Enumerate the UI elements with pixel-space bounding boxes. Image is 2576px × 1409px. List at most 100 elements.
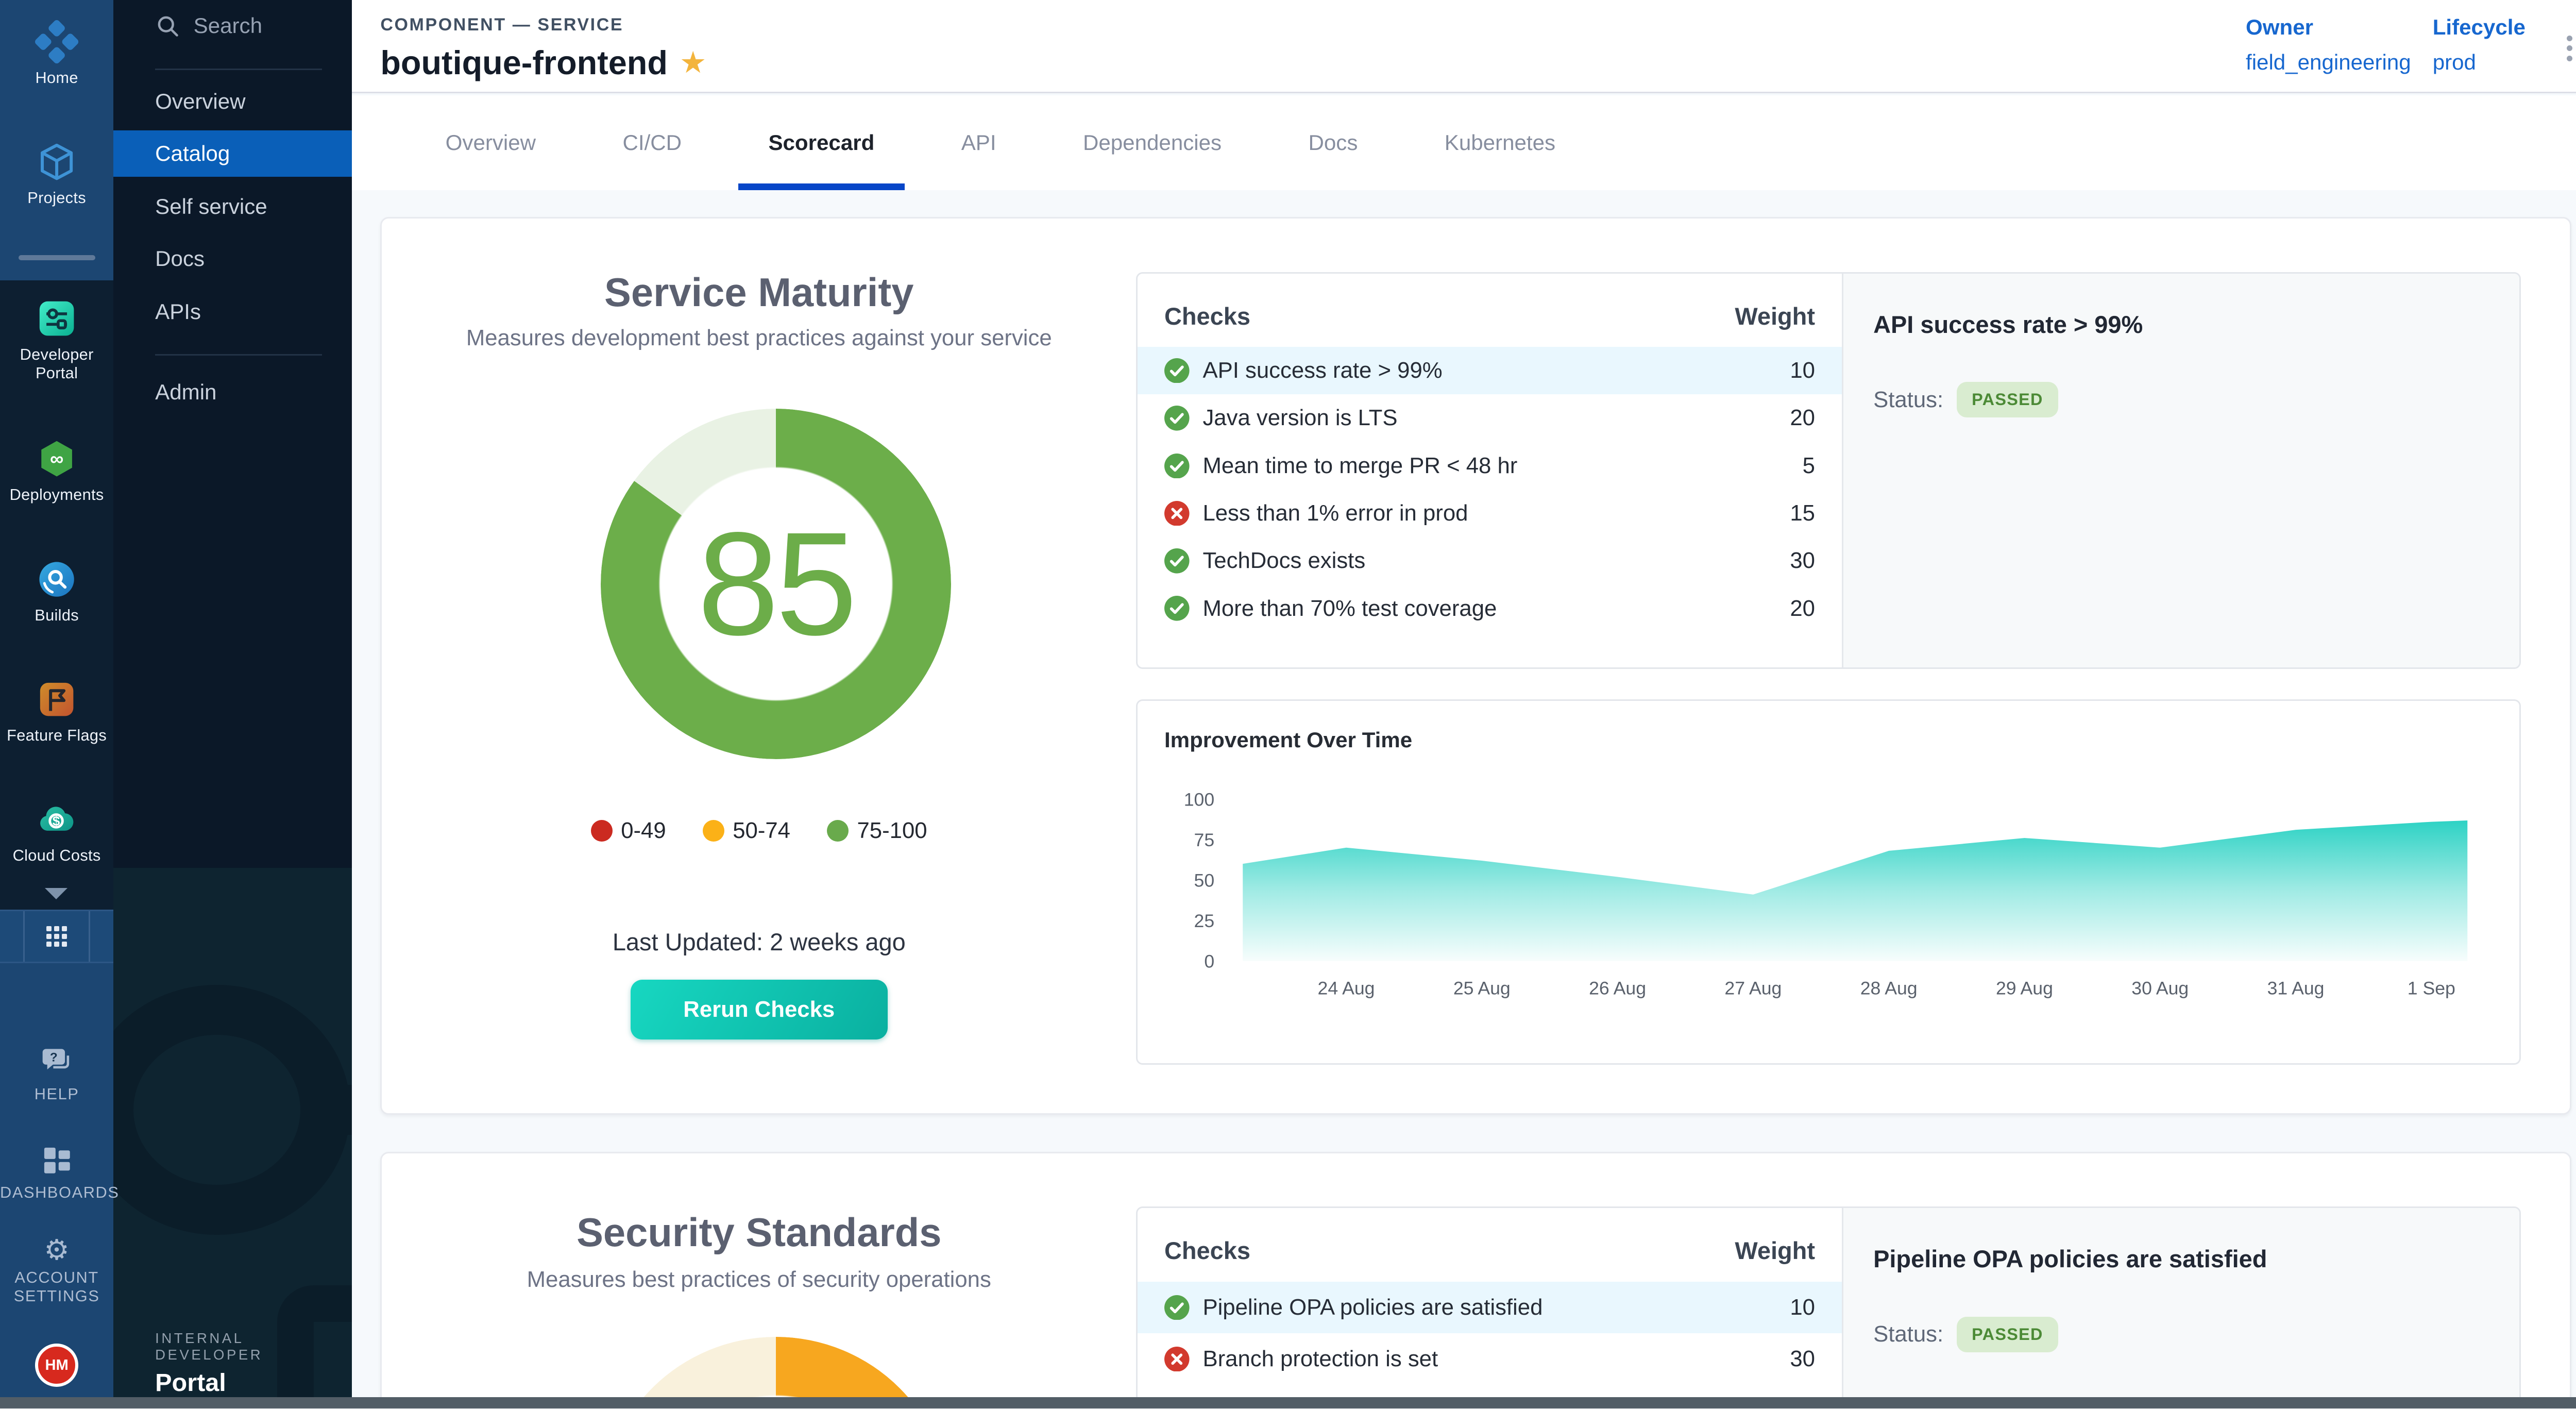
check-row[interactable]: TechDocs exists30 (1138, 537, 1842, 584)
rail-item-builds[interactable]: Builds (0, 558, 113, 625)
maturity-summary: Service Maturity Measures development be… (382, 219, 1136, 1113)
check-label: Mean time to merge PR < 48 hr (1202, 453, 1802, 479)
sidebar-item-overview[interactable]: Overview (113, 78, 352, 125)
builds-icon (35, 558, 78, 601)
rail-label-feature-flags: Feature Flags (0, 726, 113, 745)
scorecard-title: Security Standards (382, 1210, 1136, 1256)
check-row[interactable]: Branch protection is set30 (1138, 1333, 1842, 1385)
check-row[interactable]: More than 70% test coverage20 (1138, 585, 1842, 632)
legend-label: 75-100 (857, 818, 927, 844)
check-row[interactable]: Mean time to merge PR < 48 hr5 (1138, 442, 1842, 490)
checks-list: Checks Weight API success rate > 99%10Ja… (1138, 274, 1842, 668)
check-fail-icon (1164, 501, 1190, 526)
deployments-icon: ∞ (35, 437, 78, 480)
x-axis-tick: 25 Aug (1453, 978, 1511, 999)
entity-tabs: Overview CI/CD Scorecard API Dependencies Doc… (352, 95, 2576, 191)
check-label: Pipeline OPA policies are satisfied (1202, 1295, 1790, 1320)
checks-rows: Pipeline OPA policies are satisfied10Bra… (1138, 1282, 1842, 1397)
scorecard-content: Service Maturity Measures development be… (352, 190, 2576, 1397)
rail-divider (19, 255, 95, 260)
rail-item-account-settings[interactable]: ⚙ ACCOUNT SETTINGS (0, 1235, 113, 1305)
left-module-rail: Home Projects Developer Portal ∞ Deploym… (0, 0, 113, 1408)
sidebar-item-self-service[interactable]: Self service (113, 183, 352, 230)
check-status-row: Status: PASSED (1873, 382, 2493, 417)
checks-column-header: Checks (1164, 1236, 1250, 1265)
module-picker-button[interactable] (23, 911, 90, 962)
rail-label-dashboards: DASHBOARDS (0, 1183, 113, 1202)
rail-item-dashboards[interactable]: DASHBOARDS (0, 1142, 113, 1202)
status-label: Status: (1873, 1321, 1943, 1347)
tab-overview[interactable]: Overview (415, 95, 566, 191)
x-axis-tick: 30 Aug (2131, 978, 2189, 999)
tab-docs[interactable]: Docs (1278, 95, 1387, 191)
checks-column-header: Checks (1164, 302, 1250, 330)
x-axis-tick: 1 Sep (2408, 978, 2455, 999)
user-avatar[interactable]: HM (35, 1344, 78, 1387)
rail-item-feature-flags[interactable]: Feature Flags (0, 678, 113, 745)
y-axis-tick: 75 (1194, 830, 1215, 850)
horizontal-scrollbar[interactable] (0, 1397, 2576, 1409)
check-pass-icon (1164, 406, 1190, 431)
sidebar-item-docs[interactable]: Docs (113, 236, 352, 282)
sidebar-item-admin[interactable]: Admin (113, 369, 352, 416)
checks-list: Checks Weight Pipeline OPA policies are … (1138, 1208, 1842, 1397)
rerun-checks-button[interactable]: Rerun Checks (631, 980, 888, 1040)
home-harness-logo-icon (35, 20, 78, 63)
legend-dot-icon (703, 820, 724, 842)
cloud-costs-icon: $ (35, 798, 78, 841)
check-weight: 20 (1790, 405, 1815, 431)
sidebar-item-catalog[interactable]: Catalog (113, 130, 352, 177)
rail-item-help[interactable]: ? HELP (0, 1043, 113, 1103)
maturity-checks-panel: Checks Weight API success rate > 99%10Ja… (1136, 272, 2521, 669)
owner-value[interactable]: field_engineering (2246, 50, 2411, 75)
projects-cube-icon (35, 140, 78, 183)
sidebar-search[interactable]: Search (155, 13, 262, 39)
breadcrumb: COMPONENT — SERVICE (380, 15, 623, 35)
check-row[interactable] (1138, 1385, 1842, 1397)
sidebar-item-apis[interactable]: APIs (113, 289, 352, 336)
check-label: API success rate > 99% (1202, 358, 1790, 383)
svg-text:∞: ∞ (50, 448, 63, 469)
rail-module-picker-row (0, 910, 113, 963)
check-row[interactable]: API success rate > 99%10 (1138, 347, 1842, 394)
entity-header: COMPONENT — SERVICE boutique-frontend ★ … (352, 0, 2576, 93)
tab-api[interactable]: API (931, 95, 1026, 191)
dashboards-icon (38, 1142, 75, 1178)
tab-scorecard[interactable]: Scorecard (738, 95, 904, 191)
scorecard-card-service-maturity: Service Maturity Measures development be… (380, 217, 2571, 1115)
area-series (1243, 820, 2467, 961)
rail-label-home: Home (0, 69, 113, 87)
sidebar-decor-bar (314, 1085, 352, 1135)
rail-item-cloud-costs[interactable]: $ Cloud Costs (0, 798, 113, 865)
rail-item-developer-portal[interactable]: Developer Portal (0, 297, 113, 382)
y-axis-tick: 25 (1194, 911, 1215, 931)
scorecard-subtitle: Measures best practices of security oper… (382, 1267, 1136, 1293)
page-title-row: boutique-frontend ★ (380, 43, 705, 82)
favorite-star-icon[interactable]: ★ (681, 49, 705, 76)
rail-label-projects: Projects (0, 189, 113, 207)
rail-collapse-chevron-down-icon[interactable] (45, 888, 67, 899)
y-axis-tick: 0 (1204, 951, 1214, 972)
check-row[interactable]: Less than 1% error in prod15 (1138, 490, 1842, 537)
check-row[interactable]: Pipeline OPA policies are satisfied10 (1138, 1282, 1842, 1333)
portal-sidebar: Search Overview Catalog Self service Doc… (113, 0, 352, 1408)
sidebar-search-label: Search (194, 13, 262, 38)
rail-label-builds: Builds (0, 606, 113, 625)
lifecycle-label: Lifecycle (2433, 15, 2526, 40)
tab-kubernetes[interactable]: Kubernetes (1414, 95, 1585, 191)
rail-item-deployments[interactable]: ∞ Deployments (0, 437, 113, 504)
owner-meta[interactable]: Owner field_engineering (2246, 15, 2411, 74)
rail-item-home[interactable]: Home (0, 20, 113, 87)
sidebar-divider (155, 354, 322, 356)
page-title: boutique-frontend (380, 43, 668, 82)
rail-item-projects[interactable]: Projects (0, 140, 113, 207)
tab-dependencies[interactable]: Dependencies (1053, 95, 1252, 191)
check-detail-panel: Pipeline OPA policies are satisfied Stat… (1842, 1208, 2521, 1397)
x-axis-tick: 24 Aug (1318, 978, 1375, 999)
improvement-area-chart: 025507510024 Aug25 Aug26 Aug27 Aug28 Aug… (1164, 767, 2496, 1014)
kebab-menu-icon[interactable] (2551, 27, 2576, 70)
maturity-score-value: 85 (601, 409, 951, 759)
tab-ci-cd[interactable]: CI/CD (592, 95, 711, 191)
status-badge: PASSED (1957, 1317, 2058, 1352)
check-row[interactable]: Java version is LTS20 (1138, 394, 1842, 442)
